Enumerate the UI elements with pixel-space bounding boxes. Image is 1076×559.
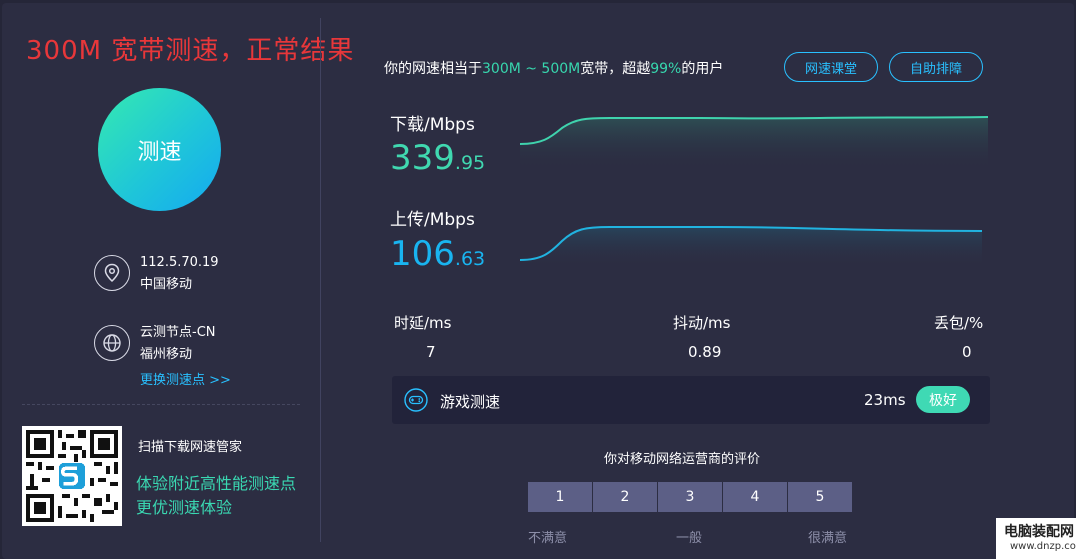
client-info: 112.5.70.19 中国移动 — [94, 252, 219, 296]
download-value: 339.95 — [390, 138, 485, 178]
jitter-value: 0.89 — [688, 343, 722, 361]
rating-option-4[interactable]: 4 — [723, 482, 787, 512]
rating-option-3[interactable]: 3 — [658, 482, 722, 512]
node-location: 福州移动 — [140, 347, 193, 362]
map-pin-icon — [94, 255, 130, 291]
packet-loss-label: 丢包/% — [934, 314, 984, 332]
headline-overlay: 300M 宽带测速，正常结果 — [26, 36, 355, 66]
game-latency-value: 23ms — [864, 391, 906, 409]
game-speedtest-bar[interactable]: 游戏测速 23ms 极好 — [392, 376, 990, 424]
self-troubleshoot-button[interactable]: 自助排障 — [889, 52, 983, 82]
client-isp: 中国移动 — [140, 277, 193, 292]
watermark-en: www.dnzp.com — [1010, 541, 1076, 552]
globe-icon — [94, 325, 130, 361]
rating-mid-label: 一般 — [676, 531, 703, 546]
upload-value: 106.63 — [390, 234, 485, 274]
latency-value: 7 — [426, 343, 436, 361]
gamepad-icon — [404, 388, 428, 412]
dashed-divider — [22, 404, 300, 405]
client-ip: 112.5.70.19 — [140, 255, 219, 270]
summary-middle: 宽带，超越 — [580, 61, 651, 77]
rating-scale: 1 2 3 4 5 — [528, 482, 853, 512]
rating-low-label: 不满意 — [528, 531, 568, 546]
change-node-link[interactable]: 更换测速点 >> — [140, 369, 231, 388]
jitter-label: 抖动/ms — [673, 314, 731, 332]
qr-code — [22, 426, 122, 526]
latency-label: 时延/ms — [394, 314, 452, 332]
promo-line-2: 更优测速体验 — [136, 498, 233, 517]
rating-option-5[interactable]: 5 — [788, 482, 852, 512]
summary-prefix: 你的网速相当于 — [384, 61, 482, 77]
summary-suffix: 的用户 — [681, 61, 724, 77]
rating-option-2[interactable]: 2 — [593, 482, 657, 512]
rating-option-1[interactable]: 1 — [528, 482, 592, 512]
promo-line-1: 体验附近高性能测速点 — [136, 474, 297, 493]
packet-loss-value: 0 — [962, 343, 972, 361]
download-value-int: 339 — [390, 138, 455, 178]
summary-percent: 99% — [650, 61, 682, 77]
upload-value-int: 106 — [390, 234, 455, 274]
start-speedtest-button[interactable]: 测速 — [98, 88, 221, 211]
speed-course-button[interactable]: 网速课堂 — [784, 52, 878, 82]
game-quality-badge: 极好 — [916, 386, 970, 413]
node-info: 云测节点-CN 福州移动 — [94, 322, 216, 366]
download-label: 下载/Mbps — [390, 115, 475, 135]
game-speedtest-label: 游戏测速 — [440, 393, 501, 411]
upload-graph — [520, 226, 983, 268]
watermark-cn: 电脑装配网 — [1004, 524, 1074, 540]
speed-summary: 你的网速相当于300M ~ 500M宽带，超越99%的用户 — [384, 58, 723, 78]
download-value-dec: .95 — [454, 152, 486, 174]
site-watermark: 电脑装配网 www.dnzp.com — [996, 518, 1076, 559]
download-graph — [520, 116, 989, 170]
start-speedtest-label: 测速 — [137, 139, 182, 165]
rating-title: 你对移动网络运营商的评价 — [604, 452, 761, 467]
promo-title: 扫描下载网速管家 — [138, 440, 243, 455]
upload-value-dec: .63 — [454, 248, 486, 270]
node-name: 云测节点-CN — [140, 325, 216, 340]
rating-high-label: 很满意 — [808, 531, 848, 546]
vertical-divider — [320, 18, 321, 542]
upload-label: 上传/Mbps — [390, 210, 475, 230]
summary-range: 300M ~ 500M — [482, 61, 581, 77]
